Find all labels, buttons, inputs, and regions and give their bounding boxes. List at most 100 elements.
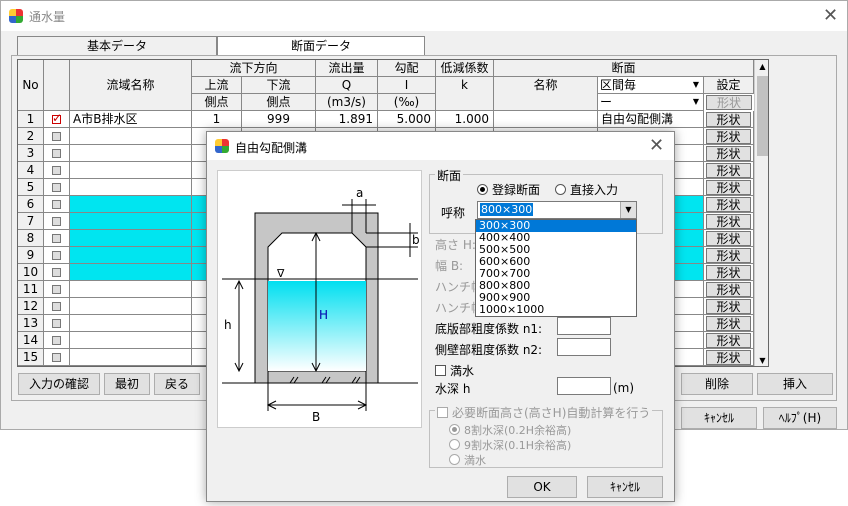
table-cell[interactable]: [70, 213, 192, 230]
table-cell[interactable]: [70, 264, 192, 281]
table-cell[interactable]: [44, 264, 70, 281]
tab-basic-data[interactable]: 基本データ: [17, 36, 217, 56]
shape-button[interactable]: 形状: [706, 146, 751, 161]
shape-button[interactable]: 形状: [706, 282, 751, 297]
table-cell[interactable]: [494, 111, 598, 128]
section-mode-select[interactable]: 区間毎 ▼: [598, 77, 704, 94]
checkbox-icon[interactable]: [52, 336, 61, 345]
shape-button[interactable]: 形状: [706, 112, 751, 127]
grid-scrollbar[interactable]: ▲ ▼: [754, 60, 768, 366]
section-sub-select[interactable]: ー ▼: [598, 94, 704, 111]
table-cell[interactable]: 形状: [704, 230, 754, 247]
table-cell[interactable]: [70, 315, 192, 332]
table-cell[interactable]: 形状: [704, 281, 754, 298]
table-cell[interactable]: 形状: [704, 247, 754, 264]
nominal-select[interactable]: 800×300 ▼: [477, 201, 637, 219]
table-cell[interactable]: 形状: [704, 332, 754, 349]
table-cell[interactable]: [70, 332, 192, 349]
scroll-down-icon[interactable]: ▼: [755, 354, 768, 366]
tab-section-data[interactable]: 断面データ: [217, 36, 425, 56]
table-cell[interactable]: 形状: [704, 145, 754, 162]
table-cell[interactable]: 形状: [704, 179, 754, 196]
checkbox-icon[interactable]: [52, 353, 61, 362]
table-cell[interactable]: 形状: [704, 162, 754, 179]
shape-button[interactable]: 形状: [706, 214, 751, 229]
shape-button[interactable]: 形状: [706, 299, 751, 314]
checkbox-icon[interactable]: [52, 319, 61, 328]
checkbox-icon[interactable]: [52, 200, 61, 209]
radio-direct[interactable]: 直接入力: [555, 181, 618, 198]
table-cell[interactable]: 形状: [704, 213, 754, 230]
delete-button[interactable]: 削除: [681, 373, 753, 395]
table-cell[interactable]: 自由勾配側溝: [598, 111, 704, 128]
table-cell[interactable]: [44, 332, 70, 349]
table-cell[interactable]: [44, 196, 70, 213]
table-cell[interactable]: 形状: [704, 298, 754, 315]
table-cell[interactable]: 1.891: [316, 111, 378, 128]
help-button[interactable]: ﾍﾙﾌﾟ(H): [763, 407, 837, 429]
table-cell[interactable]: 形状: [704, 196, 754, 213]
scroll-up-icon[interactable]: ▲: [755, 60, 768, 74]
table-cell[interactable]: [70, 349, 192, 366]
table-cell[interactable]: [44, 349, 70, 366]
table-cell[interactable]: [70, 145, 192, 162]
shape-button[interactable]: 形状: [706, 333, 751, 348]
confirm-input-button[interactable]: 入力の確認: [18, 373, 100, 395]
full-water-checkbox[interactable]: 満水: [435, 362, 474, 379]
checkbox-icon[interactable]: [52, 285, 61, 294]
table-cell[interactable]: 形状: [704, 315, 754, 332]
checkbox-icon[interactable]: [52, 183, 61, 192]
table-cell[interactable]: [44, 247, 70, 264]
table-cell[interactable]: 形状: [704, 128, 754, 145]
side-roughness-input[interactable]: [557, 338, 611, 356]
checkbox-icon[interactable]: [52, 217, 61, 226]
checkbox-icon[interactable]: [52, 302, 61, 311]
chevron-down-icon[interactable]: ▼: [620, 202, 636, 218]
checkbox-icon[interactable]: [52, 268, 61, 277]
back-button[interactable]: 戻る: [154, 373, 200, 395]
check-icon[interactable]: [52, 111, 62, 126]
shape-button[interactable]: 形状: [706, 197, 751, 212]
checkbox-icon[interactable]: [52, 234, 61, 243]
bottom-roughness-input[interactable]: [557, 317, 611, 335]
dialog-cancel-button[interactable]: ｷｬﾝｾﾙ: [587, 476, 663, 498]
nominal-dropdown-list[interactable]: 300×300 400×400 500×500 600×600 700×700 800×8…: [475, 219, 637, 317]
table-cell[interactable]: [70, 128, 192, 145]
table-cell[interactable]: 1.000: [436, 111, 494, 128]
table-cell[interactable]: 形状: [704, 264, 754, 281]
checkbox-icon[interactable]: [52, 166, 61, 175]
table-cell[interactable]: A市B排水区: [70, 111, 192, 128]
table-cell[interactable]: [70, 162, 192, 179]
first-button[interactable]: 最初: [104, 373, 150, 395]
table-cell[interactable]: 999: [242, 111, 316, 128]
table-cell[interactable]: 5.000: [378, 111, 436, 128]
table-cell[interactable]: [70, 230, 192, 247]
shape-button[interactable]: 形状: [706, 163, 751, 178]
shape-button[interactable]: 形状: [706, 248, 751, 263]
table-cell[interactable]: [44, 111, 70, 128]
table-cell[interactable]: [44, 213, 70, 230]
shape-button[interactable]: 形状: [706, 180, 751, 195]
main-close-icon[interactable]: ✕: [823, 5, 838, 26]
table-cell[interactable]: [70, 247, 192, 264]
dropdown-option[interactable]: 1000×1000: [476, 304, 636, 316]
table-cell[interactable]: [44, 230, 70, 247]
shape-button[interactable]: 形状: [706, 316, 751, 331]
radio-registered[interactable]: 登録断面: [477, 181, 540, 198]
table-cell[interactable]: [44, 162, 70, 179]
checkbox-icon[interactable]: [52, 132, 61, 141]
table-cell[interactable]: [44, 145, 70, 162]
insert-button[interactable]: 挿入: [757, 373, 833, 395]
checkbox-icon[interactable]: [52, 251, 61, 260]
table-cell[interactable]: [44, 281, 70, 298]
main-cancel-button[interactable]: ｷｬﾝｾﾙ: [681, 407, 757, 429]
table-cell[interactable]: 形状: [704, 349, 754, 366]
table-cell[interactable]: [44, 298, 70, 315]
dialog-close-icon[interactable]: ✕: [649, 135, 664, 156]
table-cell[interactable]: [44, 128, 70, 145]
shape-button[interactable]: 形状: [706, 129, 751, 144]
table-cell[interactable]: 1: [192, 111, 242, 128]
table-cell[interactable]: [70, 298, 192, 315]
checkbox-icon[interactable]: [52, 149, 61, 158]
table-cell[interactable]: [44, 179, 70, 196]
